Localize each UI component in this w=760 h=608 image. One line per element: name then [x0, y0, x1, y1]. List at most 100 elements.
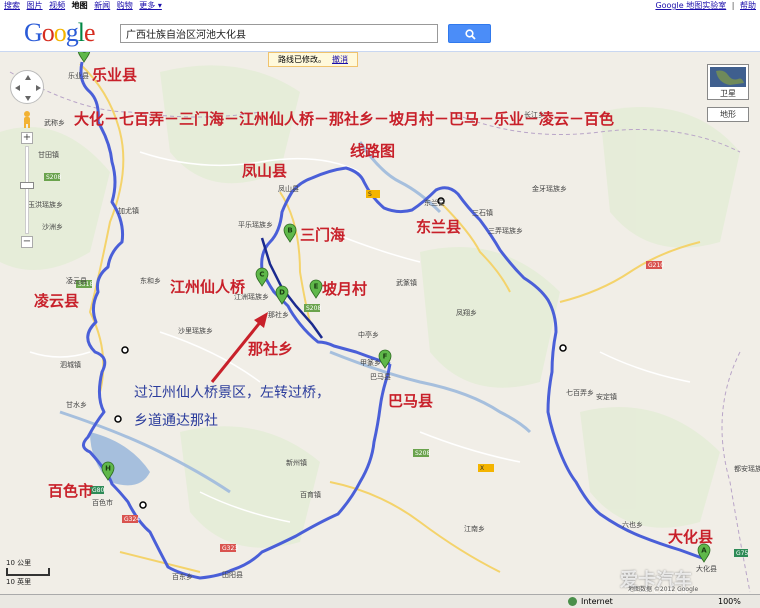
- route-marker-e[interactable]: E: [309, 279, 323, 299]
- place-label: 田阳县: [222, 571, 243, 579]
- place-label: 江南乡: [464, 525, 485, 533]
- nav-news[interactable]: 新闻: [94, 1, 110, 10]
- place-label: 乐业县: [68, 72, 89, 80]
- place-label: 东和乡: [140, 277, 161, 285]
- annotation-donglan: 东兰县: [416, 218, 462, 236]
- route-marker-c[interactable]: C: [255, 267, 269, 287]
- annotation-bama: 巴马县: [388, 392, 434, 410]
- route-marker-letter: H: [105, 465, 111, 473]
- place-label: 新州镇: [286, 459, 307, 467]
- annotation-route-title: 大化－七百弄－三门海－江州仙人桥－那社乡－坡月村－巴马－乐业－凌云－百色: [74, 110, 615, 128]
- undo-link[interactable]: 撤消: [332, 55, 348, 64]
- place-label: 百东乡: [172, 573, 193, 581]
- annotation-poyue: 坡月村: [322, 280, 368, 298]
- top-navigation: 搜索 图片 视频 地图 新闻 购物 更多 ▾ Google 地图实验室 | 帮助: [0, 0, 760, 14]
- place-label: 武篆镇: [396, 279, 417, 287]
- place-label: 六也乡: [622, 521, 643, 529]
- help-link[interactable]: 帮助: [740, 1, 756, 10]
- place-label: 加尤镇: [118, 207, 139, 215]
- place-label: 武称乡: [44, 119, 65, 127]
- route-marker-letter: E: [314, 283, 319, 291]
- scale-km: 10 公里: [6, 559, 32, 567]
- place-label: 平乐瑶族乡: [238, 221, 273, 229]
- place-label: 那社乡: [268, 311, 289, 319]
- pan-control[interactable]: [10, 70, 44, 104]
- place-label: 都安瑶族自治县: [734, 465, 760, 473]
- place-label: 沙里瑶族乡: [178, 327, 213, 335]
- place-label: 沙洲乡: [42, 223, 63, 231]
- place-label: 甘田镇: [38, 151, 59, 159]
- terrain-button[interactable]: 地形: [707, 107, 749, 122]
- route-marker-letter: A: [701, 547, 707, 555]
- nav-shopping[interactable]: 购物: [117, 1, 133, 10]
- notice-text: 路线已修改。: [278, 55, 326, 64]
- annotation-nashe: 那社乡: [248, 340, 294, 358]
- nav-more[interactable]: 更多 ▾: [139, 1, 162, 10]
- pan-right-icon[interactable]: [36, 85, 41, 91]
- zoom-out-button[interactable]: −: [21, 236, 33, 248]
- zoom-track[interactable]: [25, 146, 29, 234]
- place-label: 金牙瑶族乡: [532, 185, 567, 193]
- route-modified-notice: 路线已修改。 撤消: [268, 52, 358, 67]
- place-label: 凤翔乡: [456, 309, 477, 317]
- pan-left-icon[interactable]: [15, 85, 20, 91]
- security-zone: Internet: [581, 597, 613, 606]
- route-marker-letter: D: [279, 289, 285, 297]
- route-marker-letter: F: [383, 353, 388, 361]
- place-label: 七百弄乡: [566, 389, 594, 397]
- scale-ruler: [6, 568, 50, 576]
- place-label: 安定镇: [596, 393, 617, 401]
- annotation-dahua: 大化县: [668, 528, 714, 546]
- place-label: 甘水乡: [66, 401, 87, 409]
- nav-divider: |: [731, 1, 735, 10]
- nav-images[interactable]: 图片: [27, 1, 43, 10]
- place-label: 中亭乡: [358, 331, 379, 339]
- pan-down-icon[interactable]: [25, 96, 31, 101]
- map-copyright: 地图数据 ©2012 Google: [628, 586, 699, 593]
- pegman-icon[interactable]: [20, 110, 34, 128]
- place-label: 三弄瑶族乡: [488, 227, 523, 235]
- satellite-label: 卫星: [720, 89, 736, 98]
- place-label: 百色市: [92, 499, 113, 507]
- scale-bar: 10 公里 10 英里: [6, 558, 50, 587]
- zoom-control[interactable]: + −: [20, 132, 34, 252]
- scale-mi: 10 英里: [6, 578, 32, 586]
- place-label: 大化县: [696, 565, 717, 573]
- place-label: 甲篆乡: [360, 359, 381, 367]
- nav-video[interactable]: 视频: [49, 1, 65, 10]
- search-icon: [465, 29, 476, 40]
- place-label: 巴马县: [370, 373, 391, 381]
- browser-status-bar: Internet 100%: [0, 594, 760, 608]
- zoom-level[interactable]: 100%: [718, 595, 741, 608]
- route-marker-letter: B: [287, 227, 292, 235]
- search-input[interactable]: [120, 24, 438, 43]
- route-marker-d[interactable]: D: [275, 285, 289, 305]
- zoom-in-button[interactable]: +: [21, 132, 33, 144]
- google-logo[interactable]: Google: [24, 18, 96, 48]
- route-marker-g[interactable]: G: [77, 52, 91, 63]
- satellite-thumbnail: [710, 67, 746, 87]
- annotation-leye: 乐业县: [92, 66, 138, 84]
- place-label: 凤山县: [278, 185, 299, 193]
- pan-up-icon[interactable]: [25, 75, 31, 80]
- place-label: 凌云县: [66, 277, 87, 285]
- zoom-slider-handle[interactable]: [20, 182, 34, 189]
- satellite-button[interactable]: 卫星: [707, 64, 749, 100]
- search-button[interactable]: [448, 24, 491, 43]
- place-label: 三石镇: [472, 209, 493, 217]
- route-marker-b[interactable]: B: [283, 223, 297, 243]
- annotation-note-line2: 乡道通达那社: [134, 413, 218, 429]
- place-label: 百育镇: [300, 491, 321, 499]
- annotation-jiangzhou: 江州仙人桥: [170, 278, 246, 296]
- route-marker-h[interactable]: H: [101, 461, 115, 481]
- page: { "topnav": { "left": ["搜索", "图片", "视频",…: [0, 0, 760, 608]
- nav-search[interactable]: 搜索: [4, 1, 20, 10]
- header: Google: [0, 14, 760, 52]
- route-marker-letter: G: [81, 52, 87, 55]
- maps-labs-link[interactable]: Google 地图实验室: [655, 1, 726, 10]
- annotation-sanmenhai: 三门海: [300, 226, 346, 244]
- nav-maps[interactable]: 地图: [72, 1, 88, 10]
- map-canvas[interactable]: S208 S318 S208 S208 G210 G75 G80 G323 G3…: [0, 52, 760, 608]
- annotation-note-line1: 过江州仙人桥景区，左转过桥，: [134, 385, 330, 401]
- place-label: 玉洪瑶族乡: [28, 201, 63, 209]
